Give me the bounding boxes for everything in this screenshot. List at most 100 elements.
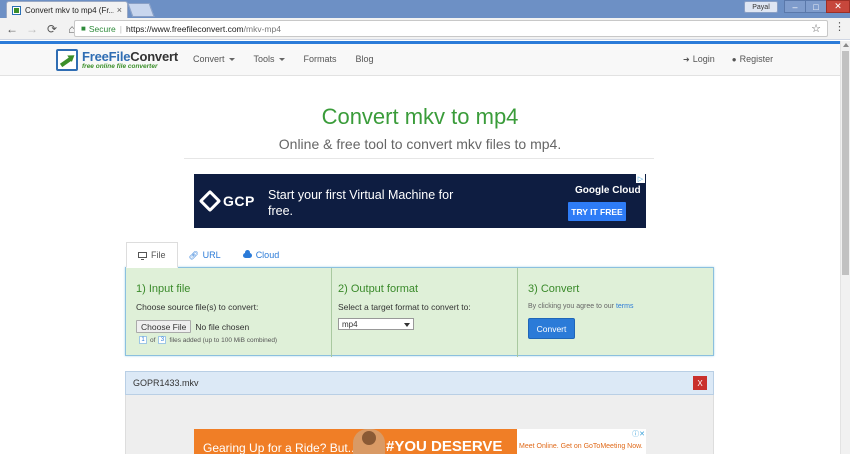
ad-cta-button[interactable]: TRY IT FREE (568, 202, 626, 221)
url-path: /mkv-mp4 (243, 23, 281, 34)
source-tabs: File 🔗︎ URL Cloud (126, 242, 290, 268)
ad2-headline: Gearing Up for a Ride? But... (203, 441, 358, 454)
site-header: FreeFileConvert free online file convert… (0, 41, 840, 76)
forward-icon[interactable]: → (24, 21, 40, 37)
tab-url[interactable]: 🔗︎ URL (178, 242, 232, 268)
file-list-item: GOPR1433.mkv X (125, 371, 714, 395)
tab-close-icon[interactable]: × (117, 5, 122, 15)
lock-icon: ■ (81, 24, 86, 33)
logo-name-prefix: FreeFile (82, 48, 131, 64)
terms-link[interactable]: terms (616, 303, 634, 310)
profile-name: Payal (752, 3, 770, 11)
login-label: Login (692, 54, 715, 64)
login-link[interactable]: ➜ Login (683, 54, 715, 64)
ad2-person-image (353, 429, 385, 454)
url-host: https://www.freefileconvert.com (126, 23, 244, 34)
site-logo[interactable]: FreeFileConvert free online file convert… (56, 48, 178, 72)
step-convert: 3) Convert By clicking you agree to our … (517, 268, 707, 357)
output-format-select[interactable]: mp4 (338, 318, 414, 330)
url-separator: | (119, 23, 122, 34)
step-input-file: 1) Input file Choose source file(s) to c… (136, 268, 321, 357)
ad-headline: Start your first Virtual Machine for fre… (268, 188, 454, 218)
caret-down-icon (228, 57, 235, 61)
logo-name: FreeFileConvert (82, 50, 178, 63)
terms-notice: By clicking you agree to our terms (528, 303, 707, 310)
step1-label: Choose source file(s) to convert: (136, 302, 259, 312)
nav-convert[interactable]: Convert (193, 54, 235, 64)
close-window-button[interactable]: ✕ (826, 0, 850, 13)
files-count-current: 1 (139, 336, 147, 344)
reload-icon[interactable]: ⟳ (44, 21, 60, 37)
register-label: Register (739, 54, 774, 64)
user-icon: ● (731, 54, 737, 64)
tab-file[interactable]: File (126, 242, 178, 268)
adchoices-icon[interactable]: ▷ (636, 174, 645, 183)
tab-file-label: File (151, 250, 166, 260)
logo-icon (56, 49, 78, 71)
dropdown-arrow-icon (404, 323, 410, 327)
ad2-tagline: #YOU DESERVE (386, 438, 503, 454)
caret-down-icon (278, 57, 285, 61)
scroll-up-icon[interactable] (843, 43, 849, 47)
step2-title: 2) Output format (338, 283, 419, 295)
output-format-value: mp4 (342, 319, 358, 329)
nav-tools-label: Tools (253, 54, 275, 64)
browser-titlebar: Convert mkv to mp4 (Fr... × Payal – □ ✕ (0, 0, 850, 18)
converter-panel: 1) Input file Choose source file(s) to c… (125, 267, 714, 357)
ad-banner-bottom[interactable]: Gearing Up for a Ride? But... #YOU DESER… (194, 429, 646, 454)
address-bar[interactable]: ■ Secure | https://www.freefileconvert.c… (74, 20, 828, 37)
file-input: Choose File No file chosen (136, 320, 321, 333)
step2-label: Select a target format to convert to: (338, 302, 471, 312)
maximize-button[interactable]: □ (805, 0, 827, 13)
nav-formats[interactable]: Formats (304, 54, 337, 64)
step-output-format: 2) Output format Select a target format … (331, 268, 516, 357)
step3-title: 3) Convert (528, 283, 580, 295)
ad-logo-text: GCP (223, 193, 255, 209)
files-added-counter: 1 of 3 files added (up to 100 MiB combin… (136, 336, 321, 344)
remove-file-button[interactable]: X (693, 376, 707, 390)
nav-blog[interactable]: Blog (356, 54, 374, 64)
account-nav: ➜ Login ● Register (683, 54, 790, 64)
register-link[interactable]: ● Register (732, 54, 773, 64)
minimize-button[interactable]: – (784, 0, 806, 13)
bookmark-star-icon[interactable]: ☆ (811, 22, 821, 35)
files-count-max: 3 (158, 336, 167, 344)
convert-button[interactable]: Convert (528, 318, 575, 339)
choose-file-button[interactable]: Choose File (136, 320, 192, 333)
files-count-of: of (150, 336, 156, 344)
no-file-chosen-text: No file chosen (195, 321, 250, 332)
logo-name-suffix: Convert (130, 48, 178, 64)
browser-toolbar: ← → ⟳ ⌂ ■ Secure | https://www.freefilec… (0, 18, 850, 40)
ad2-offer-panel (517, 429, 646, 454)
browser-tab[interactable]: Convert mkv to mp4 (Fr... × (6, 1, 128, 18)
scroll-thumb[interactable] (842, 51, 849, 275)
terms-prefix: By clicking you agree to our (528, 303, 614, 310)
back-icon[interactable]: ← (4, 21, 20, 37)
page-subtitle: Online & free tool to convert mkv files … (278, 136, 562, 152)
favicon-icon (12, 5, 21, 15)
ad-banner-top[interactable]: GCP Start your first Virtual Machine for… (194, 174, 646, 228)
files-count-suffix: files added (up to 100 MiB combined) (169, 336, 278, 344)
link-icon: 🔗︎ (188, 250, 199, 260)
logo-text: FreeFileConvert free online file convert… (82, 50, 178, 71)
nav-convert-label: Convert (193, 54, 225, 64)
page-scrollbar[interactable] (840, 41, 850, 454)
profile-button[interactable]: Payal (744, 1, 778, 13)
ad2-offer: Meet Online. Get on GoToMeeting Now. (519, 443, 643, 450)
cloud-icon (242, 249, 252, 258)
gcp-logo-icon (198, 189, 222, 213)
login-icon: ➜ (683, 54, 690, 64)
tab-url-label: URL (202, 250, 221, 260)
main-nav: Convert Tools Formats Blog (193, 54, 393, 64)
new-tab-button[interactable] (127, 3, 155, 17)
monitor-icon (138, 252, 147, 260)
step1-title: 1) Input file (136, 283, 191, 295)
divider (184, 158, 654, 159)
ad-brand: Google Cloud (575, 185, 641, 196)
tab-cloud-label: Cloud (255, 250, 280, 260)
browser-menu-icon[interactable]: ⋮ (834, 20, 845, 33)
secure-label: Secure (88, 23, 116, 34)
adchoices-icon[interactable]: ⓘ✕ (632, 429, 645, 439)
nav-tools[interactable]: Tools (254, 54, 285, 64)
tab-cloud[interactable]: Cloud (232, 242, 291, 268)
